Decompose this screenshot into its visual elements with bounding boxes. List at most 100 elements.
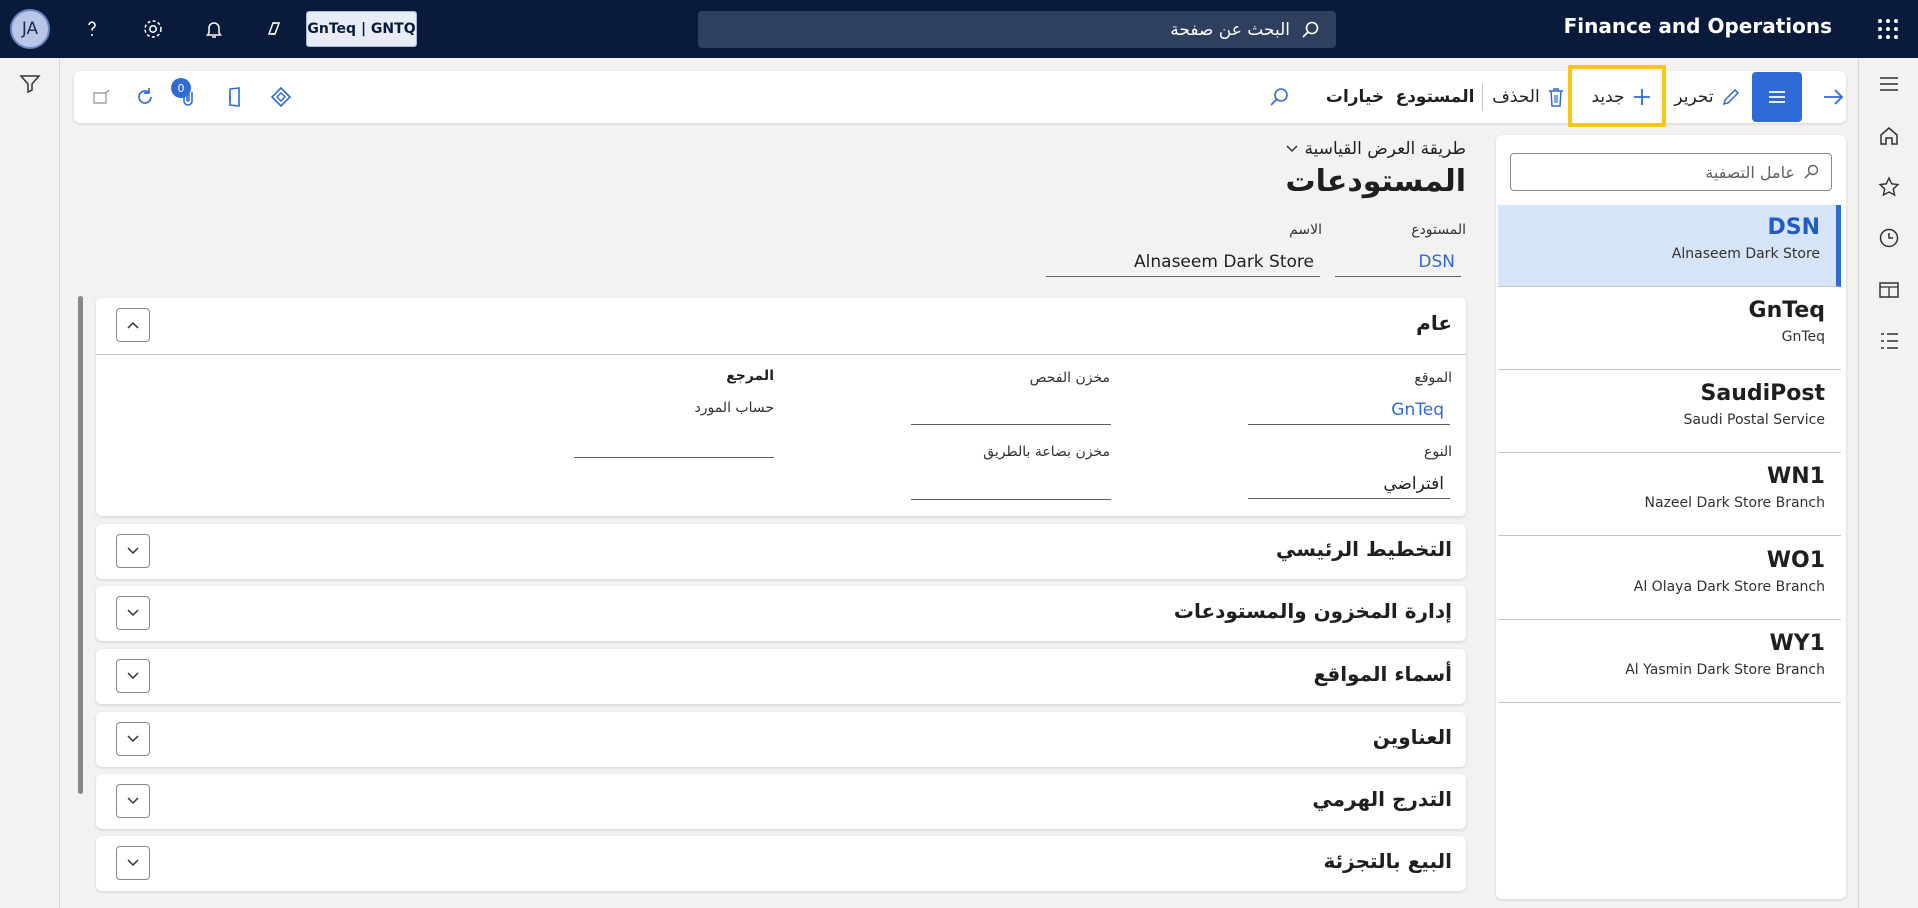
fasttab-retail[interactable]: البيع بالتجزئة <box>96 836 1466 891</box>
view-name: طريقة العرض القياسية <box>1304 139 1467 159</box>
vendor-account-field[interactable] <box>574 428 774 458</box>
user-avatar[interactable]: JA <box>10 9 50 49</box>
warehouse-tab[interactable]: المستودع <box>1392 71 1478 123</box>
list-item-wn1[interactable]: WN1 Nazeel Dark Store Branch <box>1498 454 1841 536</box>
delete-label: الحذف <box>1492 87 1540 107</box>
list-item-name: GnTeq <box>1781 329 1825 345</box>
page-title: المستودعات <box>1285 164 1466 199</box>
chevron-down-icon <box>127 859 139 867</box>
list-item-wo1[interactable]: WO1 Al Olaya Dark Store Branch <box>1498 538 1841 620</box>
expand-toggle[interactable] <box>116 534 150 568</box>
vendor-account-label: حساب المورد <box>694 400 774 416</box>
page-search[interactable]: البحث عن صفحة <box>698 11 1336 48</box>
list-item-id: WN1 <box>1767 464 1825 489</box>
navigation-pane <box>1858 58 1918 908</box>
office-icon[interactable] <box>220 71 250 123</box>
list-item-id: WO1 <box>1766 548 1825 573</box>
list-item-dsn[interactable]: DSN Alnaseem Dark Store <box>1498 205 1841 287</box>
edit-label: تحرير <box>1674 87 1714 107</box>
left-filter-strip <box>0 58 60 908</box>
fasttab-header[interactable]: عام <box>96 298 1466 353</box>
view-selector[interactable]: طريقة العرض القياسية <box>1276 137 1466 161</box>
refresh-icon[interactable] <box>130 71 160 123</box>
settings-icon[interactable] <box>133 9 173 49</box>
fasttab-title: أسماء المواقع <box>1313 662 1452 686</box>
menu-icon[interactable] <box>1877 72 1901 96</box>
list-view-button[interactable] <box>1752 72 1802 122</box>
fasttab-master-planning[interactable]: التخطيط الرئيسي <box>96 524 1466 579</box>
search-icon <box>1300 20 1320 40</box>
name-field[interactable]: Alnaseem Dark Store <box>1046 247 1320 277</box>
list-item-name: Saudi Postal Service <box>1683 412 1825 428</box>
modules-icon[interactable] <box>1877 329 1901 353</box>
fasttab-title: العناوين <box>1372 725 1452 749</box>
warehouse-list-panel: عامل التصفية DSN Alnaseem Dark Store GnT… <box>1496 135 1846 899</box>
help-icon[interactable] <box>72 9 112 49</box>
list-item-id: WY1 <box>1769 631 1825 656</box>
filter-icon[interactable] <box>18 72 42 96</box>
power-apps-icon[interactable] <box>266 71 296 123</box>
list-item-id: SaudiPost <box>1700 381 1826 406</box>
top-bar: JA GnTeq | GNTQ البحث عن صفحة Finance an… <box>0 0 1918 58</box>
name-field-label: الاسم <box>1289 222 1322 238</box>
site-label: الموقع <box>1414 370 1452 386</box>
back-button[interactable] <box>1818 71 1848 123</box>
options-tab[interactable]: خيارات <box>1320 71 1390 123</box>
list-item-saudipost[interactable]: SaudiPost Saudi Postal Service <box>1498 371 1841 453</box>
expand-toggle[interactable] <box>116 722 150 756</box>
expand-toggle[interactable] <box>116 846 150 880</box>
list-filter-input[interactable]: عامل التصفية <box>1510 153 1832 191</box>
delete-button[interactable]: الحذف <box>1488 71 1570 123</box>
recent-icon[interactable] <box>1877 226 1901 250</box>
quarantine-label: مخزن الفحص <box>1029 370 1110 386</box>
fasttab-title: البيع بالتجزئة <box>1323 849 1452 873</box>
chevron-down-icon <box>127 672 139 680</box>
quarantine-field[interactable] <box>911 395 1111 425</box>
list-item-gnteq[interactable]: GnTeq GnTeq <box>1498 288 1841 370</box>
list-item-name: Nazeel Dark Store Branch <box>1644 495 1825 511</box>
copilot-icon[interactable] <box>255 9 295 49</box>
warehouse-field[interactable]: DSN <box>1335 247 1461 277</box>
favorites-icon[interactable] <box>1877 175 1901 199</box>
fasttab-title: إدارة المخزون والمستودعات <box>1173 599 1452 623</box>
type-field[interactable]: افتراضي <box>1248 469 1450 499</box>
app-launcher-icon[interactable] <box>1876 17 1900 41</box>
company-selector[interactable]: GnTeq | GNTQ <box>306 11 417 47</box>
edit-icon <box>1720 86 1742 108</box>
fasttab-title: التدرج الهرمي <box>1312 787 1452 811</box>
list-item-wy1[interactable]: WY1 Al Yasmin Dark Store Branch <box>1498 621 1841 703</box>
fasttab-general: عام الموقع GnTeq النوع افتراضي مخزن الفح… <box>96 298 1466 516</box>
chevron-down-icon <box>1285 142 1299 156</box>
expand-toggle[interactable] <box>116 784 150 818</box>
type-label: النوع <box>1424 444 1452 460</box>
reference-section-label: المرجع <box>726 368 774 384</box>
list-item-id: DSN <box>1767 215 1820 240</box>
fasttab-addresses[interactable]: العناوين <box>96 712 1466 767</box>
main-scrollbar[interactable] <box>78 296 83 794</box>
arrow-right-icon <box>1821 86 1845 108</box>
app-title: Finance and Operations <box>1563 14 1832 38</box>
workspaces-icon[interactable] <box>1877 278 1901 302</box>
transit-field[interactable] <box>911 470 1111 500</box>
fasttab-title: عام <box>1416 311 1452 335</box>
action-search-icon[interactable] <box>1264 71 1294 123</box>
fasttab-location-names[interactable]: أسماء المواقع <box>96 649 1466 704</box>
list-item-name: Alnaseem Dark Store <box>1671 246 1820 262</box>
fasttab-title: التخطيط الرئيسي <box>1275 537 1452 561</box>
chevron-up-icon <box>127 321 139 329</box>
collapse-toggle[interactable] <box>116 308 150 342</box>
notifications-icon[interactable] <box>194 9 234 49</box>
chevron-down-icon <box>127 547 139 555</box>
fasttab-hierarchy[interactable]: التدرج الهرمي <box>96 774 1466 829</box>
home-icon[interactable] <box>1877 124 1901 148</box>
list-filter-placeholder: عامل التصفية <box>1705 162 1795 182</box>
open-in-office-icon[interactable] <box>86 71 116 123</box>
edit-button[interactable]: تحرير <box>1668 71 1748 123</box>
list-item-name: Al Olaya Dark Store Branch <box>1633 579 1825 595</box>
fasttab-inventory-warehouse[interactable]: إدارة المخزون والمستودعات <box>96 586 1466 641</box>
chevron-down-icon <box>127 797 139 805</box>
expand-toggle[interactable] <box>116 596 150 630</box>
site-field[interactable]: GnTeq <box>1248 395 1450 425</box>
search-placeholder: البحث عن صفحة <box>1170 19 1290 40</box>
expand-toggle[interactable] <box>116 659 150 693</box>
